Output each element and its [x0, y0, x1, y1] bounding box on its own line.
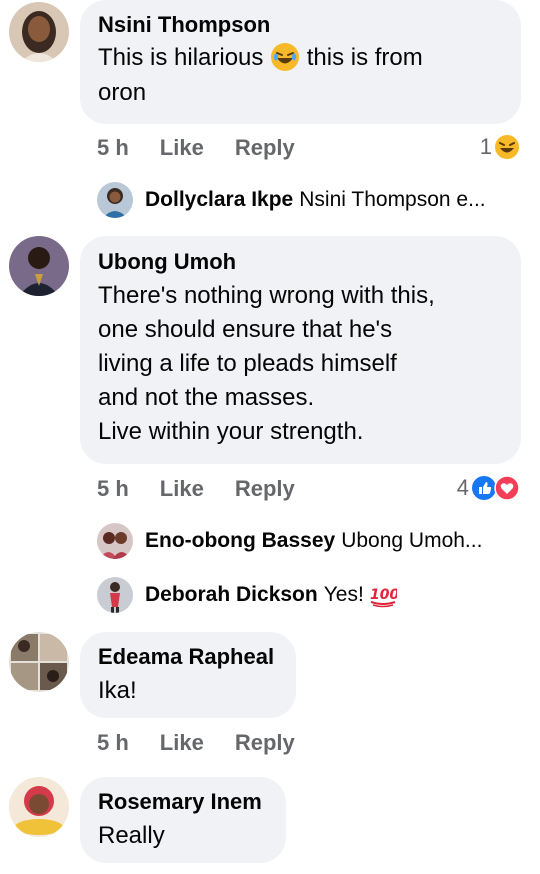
reply-button[interactable]: Reply	[235, 475, 295, 503]
comment-text: There's nothing wrong with this, one sho…	[98, 279, 503, 449]
avatar-nsini-thompson[interactable]	[9, 2, 69, 62]
commenter-name[interactable]: Nsini Thompson	[98, 11, 503, 39]
comment-text-line: oron	[98, 78, 147, 106]
reply-author-name[interactable]: Eno-obong Bassey	[145, 529, 335, 553]
comment-text: Really	[98, 822, 165, 849]
like-button[interactable]: Like	[160, 475, 204, 503]
reaction-summary[interactable]: 1	[480, 134, 520, 160]
reaction-count: 1	[479, 134, 492, 159]
reply-text: Nsini Thompson e...	[299, 188, 486, 211]
reply-author-name[interactable]: Dollyclara Ikpe	[145, 188, 293, 212]
commenter-name[interactable]: Ubong Umoh	[98, 248, 503, 276]
reply-preview[interactable]: Dollyclara Ikpe Nsini Thompson e...	[97, 182, 486, 218]
commenter-name[interactable]: Rosemary Inem	[98, 788, 268, 816]
avatar-dollyclara-ikpe	[97, 182, 133, 218]
avatar-deborah-dickson	[97, 577, 133, 613]
timestamp[interactable]: 5 h	[97, 475, 129, 503]
comment-text-line: and not the masses.	[98, 384, 315, 411]
comment-bubble: Nsini Thompson This is hilarious this is…	[80, 0, 521, 124]
reply-button[interactable]: Reply	[235, 729, 295, 757]
avatar-eno-obong-bassey	[97, 523, 133, 559]
haha-reaction-icon	[494, 134, 520, 160]
reply-text: Ubong Umoh...	[341, 529, 483, 552]
avatar-ubong-umoh[interactable]	[9, 236, 69, 296]
like-button[interactable]: Like	[160, 134, 204, 162]
reply-text: Yes!	[323, 583, 364, 606]
comment-bubble: Edeama Rapheal Ika!	[80, 632, 296, 718]
hundred-points-emoji-icon: 100	[369, 582, 397, 608]
comment-actions: 5 h Like Reply	[97, 729, 295, 757]
love-reaction-icon	[494, 475, 520, 501]
comment-bubble: Ubong Umoh There's nothing wrong with th…	[80, 236, 521, 464]
avatar-edeama-rapheal[interactable]	[9, 632, 69, 692]
comment-text-line: one should ensure that he's	[98, 316, 393, 343]
laughing-emoji-icon	[270, 42, 300, 76]
comment-actions: 5 h Like Reply	[97, 475, 295, 503]
comment-actions: 5 h Like Reply	[97, 134, 295, 162]
comment-text: Ika!	[98, 677, 137, 704]
reply-preview[interactable]: Eno-obong Bassey Ubong Umoh...	[97, 523, 482, 559]
commenter-name[interactable]: Edeama Rapheal	[98, 643, 278, 671]
reply-preview[interactable]: Deborah Dickson Yes! 100	[97, 577, 397, 613]
timestamp[interactable]: 5 h	[97, 729, 129, 757]
reply-author-name[interactable]: Deborah Dickson	[145, 583, 318, 607]
timestamp[interactable]: 5 h	[97, 134, 129, 162]
reply-button[interactable]: Reply	[235, 134, 295, 162]
reaction-count: 4	[456, 475, 469, 500]
comment-text-line: Live within your strength.	[98, 418, 364, 445]
comment-text-line: There's nothing wrong with this,	[98, 282, 435, 309]
comment-bubble: Rosemary Inem Really	[80, 777, 286, 863]
reaction-summary[interactable]: 4	[457, 475, 520, 501]
comment-text: This is hilarious this is from oron	[98, 41, 503, 110]
avatar-rosemary-inem[interactable]	[9, 777, 69, 837]
comment-text-line: living a life to pleads himself	[98, 350, 397, 377]
comment-text-line: This is hilarious	[98, 44, 264, 71]
like-button[interactable]: Like	[160, 729, 204, 757]
comment-text-line: this is from	[306, 44, 423, 71]
svg-text:100: 100	[370, 587, 397, 603]
